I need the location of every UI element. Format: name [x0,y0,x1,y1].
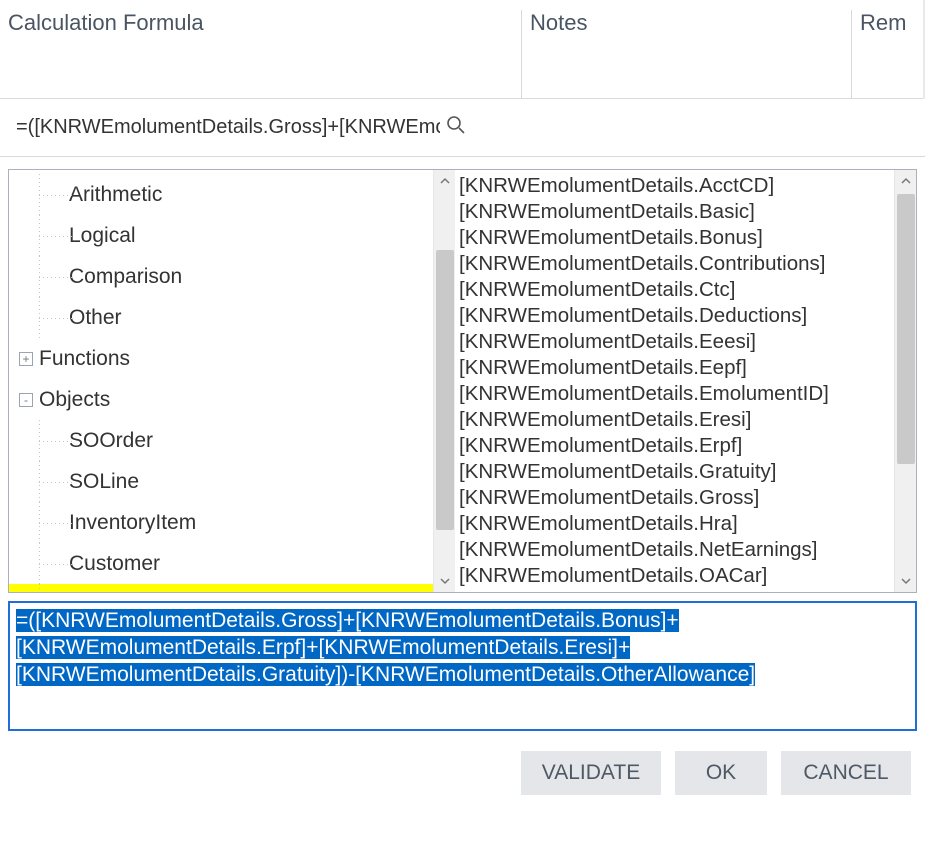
scroll-down-icon[interactable] [434,570,455,592]
field-item[interactable]: [KNRWEmolumentDetails.Eeesi] [459,330,894,356]
tree-item[interactable]: Customer [9,543,433,584]
tree-item-label: SOOrder [69,429,153,453]
field-item[interactable]: [KNRWEmolumentDetails.Bonus] [459,226,894,252]
expand-icon[interactable]: + [19,352,33,366]
tree-group[interactable]: + Functions [9,338,433,379]
field-item[interactable]: [KNRWEmolumentDetails.Eresi] [459,408,894,434]
picker-panels: Arithmetic Logical Comparison Other + Functio… [8,169,917,593]
tree-panel: Arithmetic Logical Comparison Other + Functio… [9,170,455,592]
field-item[interactable]: [KNRWEmolumentDetails.Hra] [459,512,894,538]
formula-editor[interactable]: =([KNRWEmolumentDetails.Gross]+[KNRWEmol… [8,601,917,731]
tree-item[interactable]: Other [9,297,433,338]
scroll-up-icon[interactable] [895,170,916,192]
field-item[interactable]: [KNRWEmolumentDetails.Gross] [459,486,894,512]
scroll-thumb[interactable] [897,194,915,464]
field-item[interactable]: [KNRWEmolumentDetails.Gratuity] [459,460,894,486]
tree-item-label: Objects [39,388,110,412]
field-list-panel: [KNRWEmolumentDetails.AcctCD][KNRWEmolum… [455,170,916,592]
scroll-thumb[interactable] [436,250,454,530]
field-list[interactable]: [KNRWEmolumentDetails.AcctCD][KNRWEmolum… [455,170,894,590]
formula-selected-text[interactable]: =([KNRWEmolumentDetails.Gross]+[KNRWEmol… [16,609,755,686]
field-item[interactable]: [KNRWEmolumentDetails.NetEarnings] [459,538,894,564]
column-header-formula[interactable]: Calculation Formula [0,10,522,98]
field-item[interactable]: [KNRWEmolumentDetails.Contributions] [459,252,894,278]
tree-group[interactable]: -Objects [9,379,433,420]
field-item[interactable]: [KNRWEmolumentDetails.Erpf] [459,434,894,460]
field-item[interactable]: [KNRWEmolumentDetails.Eepf] [459,356,894,382]
field-list-scrollbar[interactable] [894,170,916,592]
tree-item[interactable]: Logical [9,215,433,256]
field-item[interactable]: [KNRWEmolumentDetails.Ctc] [459,278,894,304]
field-item[interactable]: [KNRWEmolumentDetails.EmolumentID] [459,382,894,408]
tree-item[interactable]: SOLine [9,461,433,502]
tree-item-label: Other [69,306,122,330]
tree-item-label: Arithmetic [69,183,162,207]
ok-button[interactable]: OK [675,751,767,795]
column-header-rem[interactable]: Rem [852,10,925,98]
cancel-button[interactable]: CANCEL [781,751,911,795]
dialog-button-row: VALIDATE OK CANCEL [8,751,917,795]
field-item[interactable]: [KNRWEmolumentDetails.Basic] [459,200,894,226]
tree-scrollbar[interactable] [433,170,455,592]
tree-item-label: Comparison [69,265,182,289]
field-item[interactable]: [KNRWEmolumentDetails.Deductions] [459,304,894,330]
column-header-notes[interactable]: Notes [522,10,852,98]
tree-item[interactable]: Comparison [9,256,433,297]
tree-item-label: Customer [69,552,160,576]
formula-search-input[interactable] [14,115,442,140]
search-icon[interactable] [446,115,466,141]
validate-button[interactable]: VALIDATE [521,751,661,795]
field-item[interactable]: [KNRWEmolumentDetails.OACar] [459,564,894,590]
tree-item-label: InventoryItem [69,511,196,535]
tree-item[interactable]: SOOrder [9,420,433,461]
field-item[interactable]: [KNRWEmolumentDetails.AcctCD] [459,174,894,200]
column-header-row: Calculation Formula Notes Rem [0,0,925,99]
scroll-up-icon[interactable] [434,170,455,192]
tree-item[interactable]: KNRWEmolumentDetails [9,584,433,592]
tree-item[interactable]: InventoryItem [9,502,433,543]
formula-search-row [0,99,925,157]
object-tree[interactable]: Arithmetic Logical Comparison Other + Functio… [9,170,433,592]
scroll-down-icon[interactable] [895,570,916,592]
tree-item-label: SOLine [69,470,139,494]
tree-item-label: Logical [69,224,136,248]
tree-item[interactable]: Arithmetic [9,174,433,215]
collapse-icon[interactable]: - [19,393,33,407]
tree-item-label: Functions [39,347,130,371]
